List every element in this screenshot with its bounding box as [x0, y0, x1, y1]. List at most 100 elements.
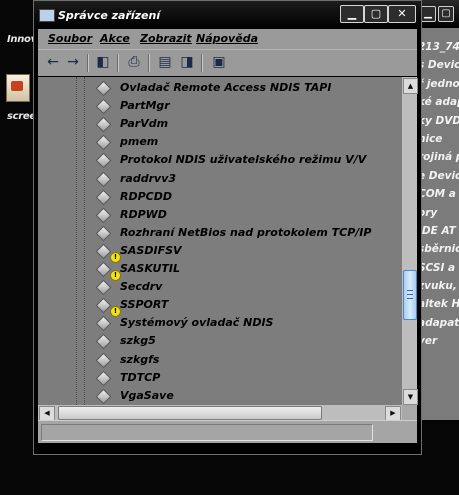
- tree-guide-line: [84, 77, 85, 405]
- vertical-scrollbar[interactable]: ▲ ▼: [402, 77, 418, 405]
- background-window-line: nice: [418, 132, 443, 145]
- background-window-line: altek Hi: [418, 298, 459, 311]
- tree-item[interactable]: Protokol NDIS uživatelského režimu V/V: [95, 152, 396, 170]
- background-window-line: e Device: [418, 169, 459, 182]
- device-node-icon: [95, 388, 112, 404]
- background-window-titlebar[interactable]: ▁ ▢: [416, 0, 459, 28]
- tree-item[interactable]: ! SSPORT: [95, 297, 396, 318]
- toolbar-separator: [117, 54, 119, 72]
- tree-item[interactable]: szkgfs: [95, 352, 396, 370]
- close-button[interactable]: ✕: [388, 5, 416, 23]
- tree-item-label: RDPCDD: [120, 189, 172, 203]
- menu-akce[interactable]: Akce: [100, 32, 130, 45]
- background-window-line: s Device: [418, 59, 459, 72]
- show-hide-tree-icon[interactable]: ◧: [94, 54, 112, 71]
- tree-item[interactable]: pmem: [95, 134, 396, 152]
- device-node-icon: [95, 352, 112, 368]
- background-window-content: 213_74s Device ř jedno ké adapt ky DVD nice r…: [418, 38, 459, 351]
- toolbar-separator: [87, 54, 89, 72]
- device-node-icon: [95, 334, 112, 350]
- tree-item-label: PartMgr: [120, 99, 170, 113]
- tree-item[interactable]: ! SASDIFSV: [95, 243, 396, 263]
- menu-soubor[interactable]: Soubor: [48, 32, 92, 45]
- background-window-line: ver: [418, 335, 438, 348]
- scan-hardware-icon[interactable]: ▣: [210, 54, 228, 71]
- tree-item[interactable]: ParVdm: [95, 116, 396, 134]
- status-bar: [38, 420, 417, 443]
- background-window-line: ř jedno: [418, 77, 459, 90]
- horizontal-scroll-thumb[interactable]: [58, 406, 323, 420]
- device-node-icon: [95, 370, 112, 386]
- menu-napoveda[interactable]: Nápověda: [196, 32, 258, 45]
- tree-item-label: RDPWD: [120, 207, 167, 221]
- background-window-line: 213_74: [418, 41, 459, 53]
- background-window-line: ky DVD: [418, 114, 459, 127]
- tree-item-label: SSPORT: [120, 298, 169, 312]
- help-icon[interactable]: ◨: [178, 54, 196, 71]
- device-node-icon: [95, 207, 112, 223]
- scroll-up-button[interactable]: ▲: [403, 78, 418, 94]
- toolbar-separator: [148, 54, 150, 72]
- menu-bar: Soubor Akce Zobrazit Nápověda: [38, 29, 417, 49]
- tree-item[interactable]: szkg5: [95, 333, 396, 351]
- menu-zobrazit[interactable]: Zobrazit: [140, 32, 192, 45]
- tree-item-label: SASDIFSV: [120, 243, 182, 257]
- tree-item[interactable]: RDPWD: [95, 207, 396, 225]
- background-window-line: ké adapt: [418, 96, 459, 109]
- background-window-line: zvuku,: [418, 280, 457, 293]
- back-arrow-icon[interactable]: ←: [44, 54, 62, 71]
- scroll-thumb-grip: [407, 294, 413, 296]
- scroll-right-button[interactable]: ▶: [385, 406, 401, 421]
- background-window-line: SCSI a: [418, 261, 456, 274]
- tree-item-label: raddrvv3: [120, 171, 177, 185]
- document-icon[interactable]: [6, 74, 30, 102]
- scroll-down-button[interactable]: ▼: [403, 389, 418, 405]
- print-icon[interactable]: ⎙: [125, 54, 143, 71]
- tree-item-label: Secdrv: [120, 280, 163, 294]
- tree-item-label: szkg5: [120, 334, 156, 348]
- tree-item-label: TDTCP: [120, 370, 161, 384]
- tree-item[interactable]: VgaSave: [95, 388, 396, 405]
- desktop-icon-label-scree[interactable]: scree: [7, 111, 36, 122]
- maximize-button[interactable]: ▢: [364, 5, 388, 23]
- tree-item[interactable]: Ovladač Remote Access NDIS TAPI: [95, 80, 396, 98]
- minimize-button[interactable]: ▁: [340, 5, 364, 23]
- toolbar: ← → ◧ ⎙ ▤ ◨ ▣: [38, 49, 417, 76]
- status-panel: [41, 424, 373, 441]
- device-node-icon: [95, 98, 112, 115]
- tree-item-label: Systémový ovladač NDIS: [120, 316, 274, 330]
- device-node-icon: [95, 116, 112, 133]
- tree-item-label: VgaSave: [120, 388, 174, 402]
- tree-item[interactable]: TDTCP: [95, 370, 396, 388]
- window-title: Správce zařízení: [58, 9, 161, 22]
- device-node-icon: [95, 297, 112, 314]
- device-tree[interactable]: Ovladač Remote Access NDIS TAPI PartMgr Pa…: [38, 77, 402, 405]
- tree-item[interactable]: ! SASKUTIL: [95, 261, 396, 281]
- properties-icon[interactable]: ▤: [156, 54, 174, 71]
- tree-item[interactable]: Systémový ovladač NDIS: [95, 315, 396, 333]
- device-manager-window[interactable]: Správce zařízení ▁ ▢ ✕ Soubor Akce Zobra…: [33, 0, 422, 455]
- tree-item-label: Rozhraní NetBios nad protokolem TCP/IP: [120, 225, 372, 239]
- tree-item[interactable]: raddrvv3: [95, 171, 396, 189]
- vertical-scroll-thumb[interactable]: [403, 270, 417, 321]
- tree-item[interactable]: Secdrv: [95, 279, 396, 297]
- scroll-thumb-grip: [407, 290, 413, 292]
- tree-item[interactable]: Rozhraní NetBios nad protokolem TCP/IP: [95, 225, 396, 243]
- maximize-icon[interactable]: ▢: [438, 6, 454, 22]
- device-node-icon: [95, 225, 112, 242]
- tree-item-label: SASKUTIL: [120, 262, 181, 275]
- device-node-icon: [95, 135, 112, 151]
- tree-item[interactable]: RDPCDD: [95, 189, 396, 207]
- toolbar-separator: [201, 54, 203, 72]
- scroll-left-button[interactable]: ◀: [39, 406, 55, 421]
- tree-item[interactable]: PartMgr: [95, 98, 396, 116]
- tree-item-label: pmem: [120, 135, 159, 149]
- forward-arrow-icon[interactable]: →: [64, 54, 82, 71]
- background-window-line: IDE AT: [418, 224, 456, 237]
- window-titlebar[interactable]: Správce zařízení ▁ ▢ ✕: [34, 1, 421, 29]
- minimize-icon[interactable]: ▁: [420, 6, 436, 22]
- horizontal-scrollbar[interactable]: ◀ ▶: [38, 405, 402, 421]
- background-window-line: COM a: [418, 188, 456, 201]
- tree-item-label: szkgfs: [120, 352, 160, 366]
- tree-item-label: ParVdm: [120, 117, 169, 131]
